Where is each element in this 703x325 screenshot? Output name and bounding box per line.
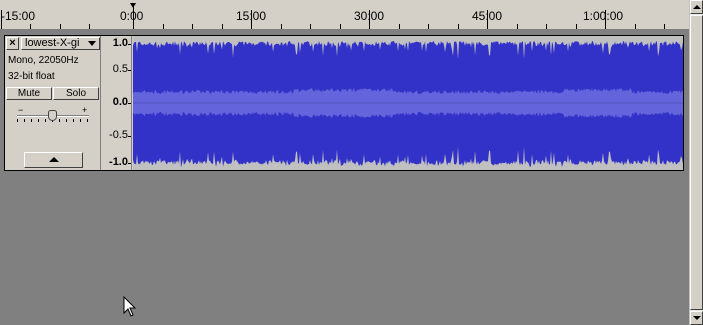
ruler-minor-tick	[340, 24, 341, 29]
amp-tick	[128, 163, 131, 164]
chevron-down-icon	[88, 41, 96, 46]
ruler-minor-tick	[576, 24, 577, 29]
amp-tick	[128, 44, 131, 45]
ruler-major-tick	[369, 10, 370, 29]
ruler-minor-tick	[546, 24, 547, 29]
ruler-minor-tick	[192, 24, 193, 29]
solo-button[interactable]: Solo	[53, 87, 99, 100]
ruler-minor-tick	[60, 24, 61, 29]
amp-label-1: 1.0	[112, 37, 128, 49]
ruler-label-0: 0:00	[120, 9, 144, 23]
track-name-menu-button[interactable]: lowest-X-gi	[21, 37, 100, 50]
ruler-minor-tick	[222, 24, 223, 29]
ruler-minor-tick	[517, 24, 518, 29]
ruler-minor-tick	[310, 24, 311, 29]
timeline-ruler[interactable]: -15:00 0:00 15:00 30:00 45:00 1:00:00	[0, 0, 689, 30]
ruler-major-tick	[251, 10, 252, 29]
ruler-major-tick	[1, 10, 2, 29]
ruler-minor-tick	[281, 24, 282, 29]
ruler-minor-tick	[428, 24, 429, 29]
waveform-display[interactable]	[133, 36, 683, 170]
ruler-minor-tick	[664, 24, 665, 29]
gain-slider[interactable]	[17, 109, 89, 123]
collapse-up-icon	[49, 157, 59, 162]
scroll-up-button[interactable]	[690, 0, 703, 14]
close-track-button[interactable]: ×	[6, 37, 19, 50]
amp-tick	[128, 103, 131, 104]
mouse-pointer-icon	[123, 296, 137, 317]
amplitude-ruler[interactable]: 1.0 0.5 0.0 -0.5 -1.0	[102, 36, 132, 170]
ruler-minor-tick	[163, 24, 164, 29]
ruler-label-60: 1:00:00	[583, 9, 624, 23]
amp-label-minus-0-5: -0.5	[109, 129, 128, 141]
gain-slider-thumb[interactable]	[48, 110, 57, 121]
waveform-graphic	[133, 36, 683, 170]
ruler-minor-tick	[635, 24, 636, 29]
collapse-track-button[interactable]	[24, 152, 83, 168]
audio-track[interactable]: × lowest-X-gi Mono, 22050Hz 32-bit float…	[4, 35, 684, 171]
vertical-scrollbar[interactable]	[689, 0, 703, 325]
scroll-down-button[interactable]	[690, 311, 703, 325]
ruler-label-minus-15: -15:00	[1, 9, 36, 23]
track-rate-info: Mono, 22050Hz	[8, 55, 79, 66]
track-control-panel[interactable]: × lowest-X-gi Mono, 22050Hz 32-bit float…	[5, 36, 101, 170]
scrollbar-thumb[interactable]	[690, 15, 703, 310]
amp-tick	[128, 136, 131, 137]
ruler-minor-tick	[89, 24, 90, 29]
amp-tick	[128, 70, 131, 71]
ruler-minor-tick	[399, 24, 400, 29]
ruler-minor-tick	[458, 24, 459, 29]
ruler-major-tick	[487, 10, 488, 29]
ruler-minor-tick	[30, 24, 31, 29]
mute-button[interactable]: Mute	[6, 87, 52, 100]
close-icon: ×	[9, 37, 16, 49]
track-format-info: 32-bit float	[8, 71, 55, 82]
amp-label-minus-1: -1.0	[109, 156, 128, 168]
ruler-major-tick	[605, 10, 606, 29]
amp-label-0-5: 0.5	[112, 63, 128, 75]
track-name: lowest-X-gi	[25, 37, 80, 49]
amp-label-0: 0.0	[112, 96, 128, 108]
play-position-marker[interactable]	[130, 3, 136, 29]
